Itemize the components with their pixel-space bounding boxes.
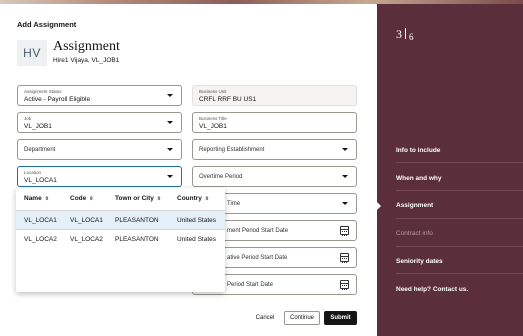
cell-town: PLEASANTON <box>115 217 159 224</box>
period-start-date-2-placeholder: ative Period Start Date <box>227 255 288 261</box>
department-placeholder: Department <box>24 147 56 153</box>
divider <box>396 162 523 163</box>
chevron-down-icon[interactable] <box>342 175 348 178</box>
chevron-down-icon[interactable] <box>167 175 173 178</box>
step-when-and-why[interactable]: When and why <box>396 175 442 182</box>
calendar-icon[interactable] <box>340 280 349 290</box>
job-value: VL_JOB1 <box>24 123 52 130</box>
job-label: Job <box>24 116 32 121</box>
step-assignment[interactable]: Assignment <box>396 202 433 209</box>
page-subtitle: Hire1 Vijaya, VL_JOB1 <box>53 57 120 64</box>
total-steps: 6 <box>409 32 414 42</box>
sort-icon[interactable]: ⇳ <box>205 196 209 202</box>
column-header-code[interactable]: Code ⇳ <box>70 195 93 202</box>
chevron-down-icon[interactable] <box>342 202 348 205</box>
location-value[interactable]: VL_LOCA1 <box>24 177 57 184</box>
sort-icon[interactable]: ⇳ <box>89 196 93 202</box>
column-header-name[interactable]: Name ⇳ <box>24 195 49 202</box>
cancel-button[interactable]: Cancel <box>251 311 279 325</box>
overtime-period-select[interactable]: Overtime Period <box>192 166 357 187</box>
assignment-status-value: Active - Payroll Eligible <box>24 96 91 103</box>
time-placeholder: Time <box>227 201 241 207</box>
assignment-status-select[interactable]: Assignment Status Active - Payroll Eligi… <box>17 85 182 106</box>
chevron-down-icon[interactable] <box>167 94 173 97</box>
business-title-field[interactable]: Business Title VL_JOB1 <box>192 112 357 133</box>
page-title: Assignment <box>53 39 120 54</box>
divider <box>396 218 523 219</box>
cell-town: PLEASANTON <box>115 236 159 243</box>
location-label: Location <box>24 170 42 175</box>
step-contract-info: Contract info <box>396 230 433 237</box>
location-input[interactable]: Location VL_LOCA1 <box>17 166 182 187</box>
period-start-date-3-placeholder: Period Start Date <box>227 282 274 288</box>
reporting-establishment-placeholder: Reporting Establishment <box>199 147 265 153</box>
divider <box>396 246 523 247</box>
overtime-period-placeholder: Overtime Period <box>199 174 243 180</box>
divider <box>396 273 523 274</box>
calendar-icon[interactable] <box>340 226 349 236</box>
current-step-pointer <box>377 202 381 210</box>
chevron-down-icon[interactable] <box>167 148 173 151</box>
cell-country: United States <box>177 217 217 224</box>
divider <box>396 190 523 191</box>
cell-name: VL_LOCA2 <box>24 236 57 243</box>
job-select[interactable]: Job VL_JOB1 <box>17 112 182 133</box>
business-unit-label: Business Unit <box>199 89 227 94</box>
step-seniority-dates[interactable]: Seniority dates <box>396 258 443 265</box>
table-row[interactable]: VL_LOCA1 VL_LOCA1 PLEASANTON United Stat… <box>16 211 225 229</box>
dialog-title: Add Assignment <box>17 20 77 29</box>
location-dropdown: Name ⇳ Code ⇳ Town or City ⇳ Country ⇳ VL_LO… <box>16 188 225 292</box>
chevron-down-icon[interactable] <box>167 121 173 124</box>
cell-code: VL_LOCA2 <box>70 236 103 243</box>
current-step: 3 <box>396 27 402 41</box>
assignment-status-label: Assignment Status <box>24 89 62 94</box>
step-info-to-include[interactable]: Info to include <box>396 147 440 154</box>
cell-code: VL_LOCA1 <box>70 217 103 224</box>
continue-button[interactable]: Continue <box>284 311 320 325</box>
cell-name: VL_LOCA1 <box>24 217 57 224</box>
business-title-value: VL_JOB1 <box>199 123 227 130</box>
sort-icon[interactable]: ⇳ <box>157 196 161 202</box>
cell-country: United States <box>177 236 217 243</box>
period-start-date-1-placeholder: ment Period Start Date <box>227 228 289 234</box>
business-unit-value: CRFL RRF BU US1 <box>199 96 257 103</box>
step-counter: 36 <box>396 27 414 42</box>
table-row[interactable]: VL_LOCA2 VL_LOCA2 PLEASANTON United Stat… <box>16 230 225 248</box>
sort-icon[interactable]: ⇳ <box>45 196 49 202</box>
department-select[interactable]: Department <box>17 139 182 160</box>
submit-button[interactable]: Submit <box>324 311 357 325</box>
business-unit-field: Business Unit CRFL RRF BU US1 <box>192 85 357 106</box>
avatar: HV <box>17 40 47 66</box>
calendar-icon[interactable] <box>340 253 349 263</box>
chevron-down-icon[interactable] <box>342 148 348 151</box>
business-title-label: Business Title <box>199 116 227 121</box>
reporting-establishment-select[interactable]: Reporting Establishment <box>192 139 357 160</box>
column-header-town[interactable]: Town or City ⇳ <box>115 195 161 202</box>
help-link[interactable]: Need help? Contact us. <box>396 286 468 293</box>
column-header-country[interactable]: Country ⇳ <box>177 195 209 202</box>
